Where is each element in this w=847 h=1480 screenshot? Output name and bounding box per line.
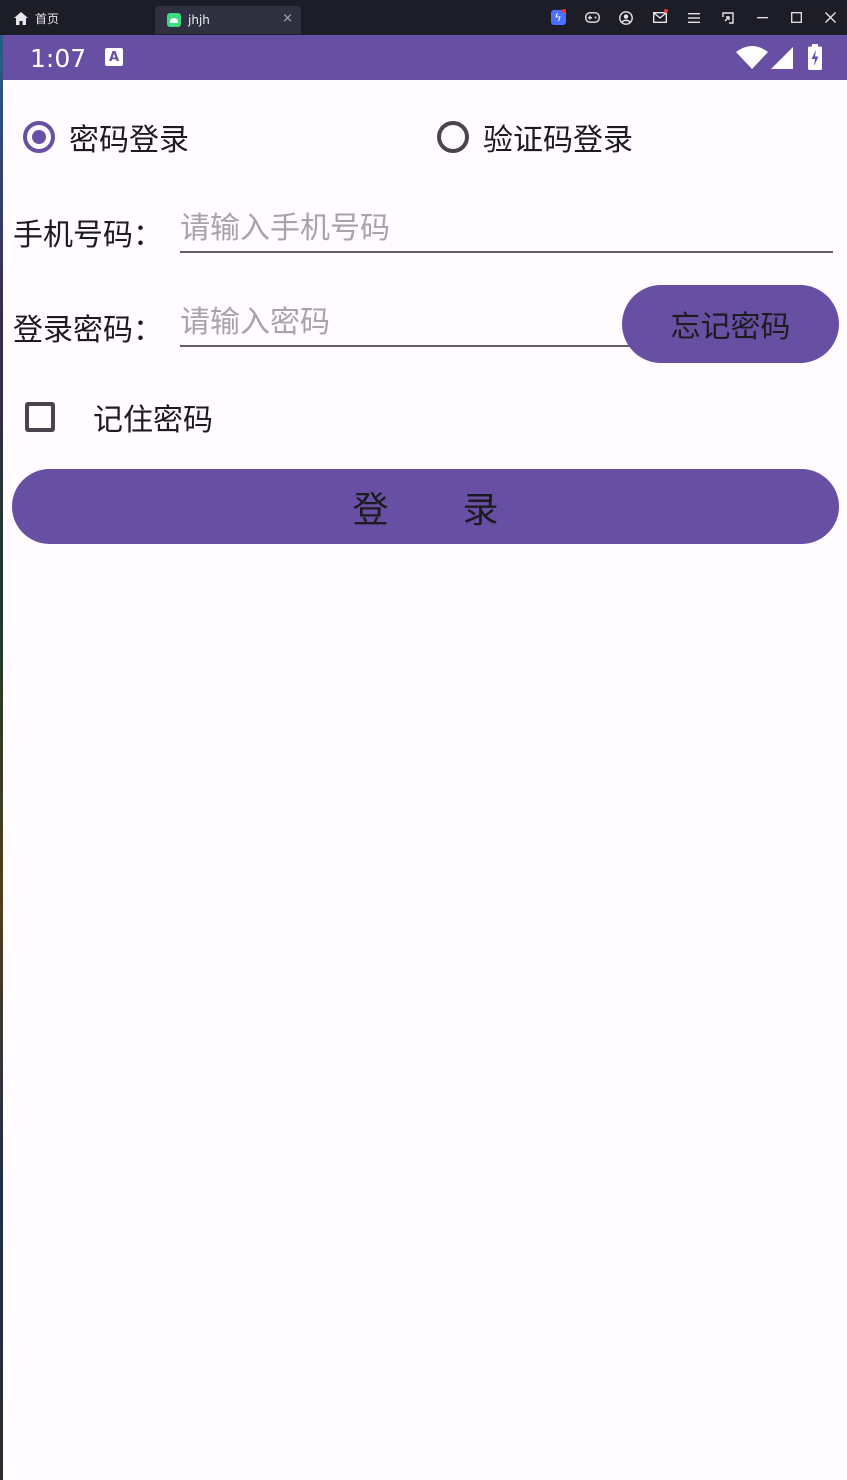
app-tab-label: jhjh bbox=[188, 13, 210, 27]
login-mode-radio-group: 密码登录 验证码登录 bbox=[3, 115, 847, 159]
radio-password-login-label: 密码登录 bbox=[69, 123, 189, 158]
maximize-icon[interactable] bbox=[779, 0, 813, 35]
remember-password-label: 记住密码 bbox=[93, 403, 213, 438]
radio-password-login[interactable]: 密码登录 bbox=[23, 115, 189, 159]
radio-code-login[interactable]: 验证码登录 bbox=[437, 115, 633, 159]
login-button[interactable]: 登录 bbox=[12, 469, 839, 544]
status-bar: 1:07 A bbox=[3, 35, 847, 80]
home-tab-label: 首页 bbox=[35, 11, 60, 26]
android-screen: 1:07 A 密码登录 验证码登录 手机号码： 登录密码： 忘记密码 bbox=[3, 35, 847, 1480]
radio-code-login-label: 验证码登录 bbox=[483, 123, 633, 158]
checkbox-unchecked-icon bbox=[25, 402, 55, 432]
app-tab[interactable]: jhjh × bbox=[155, 6, 301, 34]
menu-icon[interactable] bbox=[677, 0, 711, 35]
close-icon[interactable] bbox=[813, 0, 847, 35]
boost-icon[interactable]: ϟ bbox=[541, 0, 575, 35]
home-icon bbox=[14, 11, 28, 25]
tab-close-icon[interactable]: × bbox=[282, 11, 293, 26]
password-label: 登录密码： bbox=[13, 313, 163, 348]
forgot-password-button[interactable]: 忘记密码 bbox=[622, 285, 839, 363]
window-controls: ϟ bbox=[541, 0, 847, 35]
signal-icon bbox=[771, 47, 793, 69]
password-input[interactable] bbox=[180, 299, 630, 347]
battery-charging-icon bbox=[808, 44, 822, 70]
radio-checked-icon bbox=[23, 121, 55, 153]
remember-password-checkbox[interactable]: 记住密码 bbox=[25, 395, 213, 439]
android-app-icon bbox=[167, 13, 181, 27]
status-time: 1:07 bbox=[30, 44, 87, 73]
gamepad-icon[interactable] bbox=[575, 0, 609, 35]
minimize-icon[interactable] bbox=[745, 0, 779, 35]
account-icon[interactable] bbox=[609, 0, 643, 35]
notification-icon: A bbox=[105, 48, 123, 66]
screenshot-icon[interactable] bbox=[711, 0, 745, 35]
emulator-title-bar: 首页 jhjh × ϟ bbox=[0, 0, 847, 35]
phone-input[interactable] bbox=[180, 205, 833, 253]
radio-unchecked-icon bbox=[437, 121, 469, 153]
mail-icon[interactable] bbox=[643, 0, 677, 35]
home-tab[interactable]: 首页 bbox=[14, 8, 59, 28]
wifi-icon bbox=[736, 46, 768, 69]
phone-label: 手机号码： bbox=[13, 218, 163, 253]
